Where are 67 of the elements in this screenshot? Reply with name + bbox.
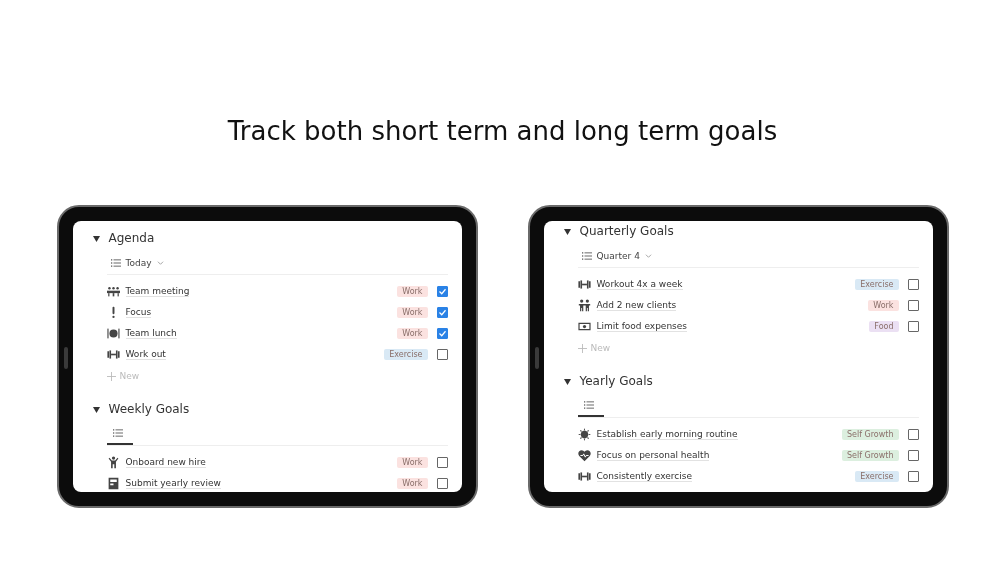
plus-icon (577, 343, 587, 353)
checkbox[interactable] (436, 328, 448, 339)
checkbox[interactable] (907, 279, 919, 290)
tag-label: Work (868, 300, 899, 311)
tag-label: Exercise (855, 471, 899, 482)
item-title[interactable]: Workout 4x a week (596, 279, 683, 290)
item-title[interactable]: Team lunch (125, 328, 177, 339)
plus-icon (106, 371, 116, 381)
person-icon (106, 456, 120, 469)
banknote-icon (577, 320, 591, 333)
item-title[interactable]: Focus (125, 307, 152, 318)
people-icon (106, 285, 120, 298)
check-icon (437, 287, 447, 296)
tag-label: Work (397, 328, 428, 339)
checkbox[interactable] (907, 429, 919, 440)
toggle-icon[interactable] (92, 234, 100, 242)
checkbox[interactable] (436, 478, 448, 489)
tag-label: Self Growth (841, 429, 899, 440)
checkbox[interactable] (907, 300, 919, 311)
tag-label: Work (397, 478, 428, 489)
checkbox[interactable] (436, 457, 448, 468)
item-title[interactable]: Submit yearly review (125, 478, 221, 489)
dumbbell-icon (106, 348, 120, 361)
view-tab[interactable]: Today (106, 252, 170, 274)
list-icon (110, 258, 121, 268)
item-title[interactable]: Team meeting (125, 286, 190, 297)
headline: Track both short term and long term goals (226, 115, 779, 147)
tag-label: Exercise (855, 279, 899, 290)
item-title[interactable]: Work out (125, 349, 166, 360)
checkbox[interactable] (907, 321, 919, 332)
tag-label: Exercise (384, 349, 428, 360)
dumbbell-icon (577, 278, 591, 291)
tag-label: Self Growth (841, 450, 899, 461)
form-icon (106, 477, 120, 490)
item-title[interactable]: Limit food expenses (596, 321, 687, 332)
sun-icon (577, 428, 591, 441)
checkbox[interactable] (907, 450, 919, 461)
item-title[interactable]: Focus on personal health (596, 450, 710, 461)
tag-label: Work (397, 307, 428, 318)
heart-icon (577, 449, 591, 462)
check-icon (437, 308, 447, 317)
checkbox[interactable] (436, 286, 448, 297)
section-title: Quarterly Goals (579, 224, 674, 238)
checkbox[interactable] (907, 471, 919, 482)
plate-icon (106, 327, 120, 340)
toggle-icon[interactable] (92, 405, 100, 413)
toggle-icon[interactable] (563, 227, 571, 235)
list-icon (112, 428, 123, 438)
checkbox[interactable] (436, 307, 448, 318)
list-icon (583, 400, 594, 410)
item-title[interactable]: Establish early morning routine (596, 429, 738, 440)
dumbbell-icon (577, 470, 591, 483)
section-title: Agenda (108, 231, 155, 245)
tag-label: Work (397, 457, 428, 468)
view-tab[interactable]: Quarter 4 (577, 245, 658, 267)
item-title[interactable]: Consistently exercise (596, 471, 692, 482)
checkbox[interactable] (436, 349, 448, 360)
list-icon (581, 251, 592, 261)
toggle-icon[interactable] (563, 377, 571, 385)
check-icon (437, 329, 447, 338)
item-title[interactable]: Add 2 new clients (596, 300, 677, 311)
section-title: Yearly Goals (579, 374, 653, 388)
section-title: Weekly Goals (108, 402, 190, 416)
tag-label: Work (397, 286, 428, 297)
item-title[interactable]: Onboard new hire (125, 457, 206, 468)
people-icon (577, 299, 591, 312)
tag-label: Food (869, 321, 899, 332)
